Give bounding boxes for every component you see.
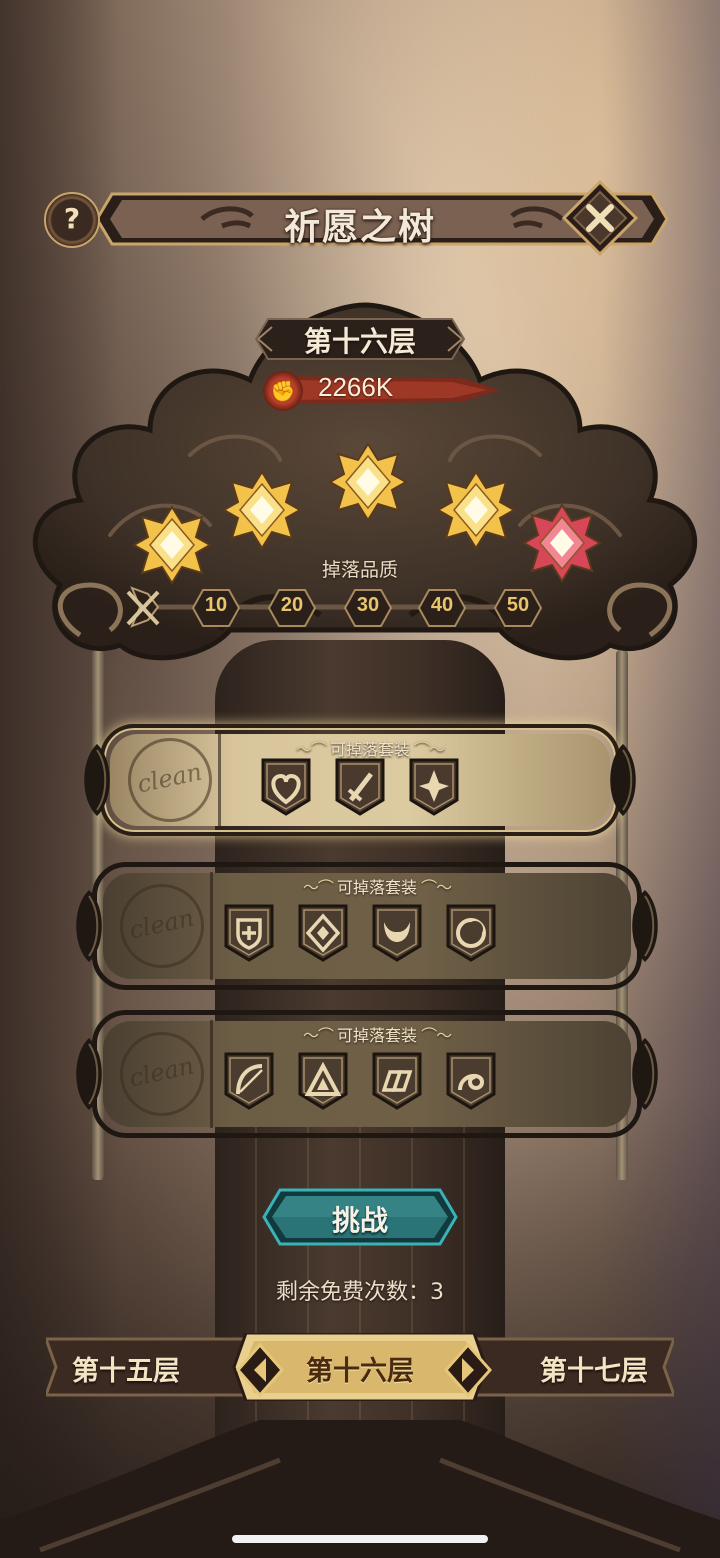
leaf-ornament-icon (610, 744, 636, 816)
triangle-icon[interactable] (296, 1050, 350, 1112)
gold-gem-icon (132, 505, 212, 585)
horns-icon[interactable] (370, 902, 424, 964)
sword-progress-icon (126, 586, 160, 628)
fist-icon: ✊ (263, 371, 303, 411)
set-panel-title-text: 可掉落套装 (336, 878, 417, 897)
swirl-icon[interactable] (444, 1050, 498, 1112)
gold-gem-icon (436, 470, 516, 550)
next-floor-arrow-icon[interactable] (444, 1343, 492, 1397)
prev-floor-button[interactable]: 第十五层 (46, 1349, 206, 1388)
current-floor-label: 第十六层 (306, 1356, 414, 1387)
bow-icon[interactable] (222, 1050, 276, 1112)
next-floor-button[interactable]: 第十七层 (514, 1349, 674, 1388)
set-panel-title: ～⌒ 可掉落套装 ⌒～ (222, 874, 532, 898)
help-icon: ? (63, 202, 81, 235)
leaf-ornament-icon (632, 1038, 658, 1110)
diamond-eye-icon[interactable] (296, 902, 350, 964)
level-node-label: 30 (356, 594, 380, 616)
set-panel-title: ～⌒ 可掉落套装 ⌒～ (222, 1022, 532, 1046)
title-flourish-left: ～⌒ (302, 878, 337, 897)
level-node-label: 40 (430, 594, 454, 616)
title-flourish-right: ⌒～ (417, 1026, 452, 1045)
drop-quality-label: 掉落品质 (321, 559, 398, 581)
stamp-divider (218, 734, 221, 826)
leaf-ornament-icon (76, 890, 102, 962)
challenge-label[interactable]: 挑战 (262, 1199, 458, 1239)
help-button[interactable]: ? (44, 192, 100, 248)
leaf-ornament-icon (632, 890, 658, 962)
prev-floor-arrow-icon[interactable] (236, 1343, 284, 1397)
power-value: 2266K (318, 372, 394, 402)
close-button[interactable] (562, 180, 638, 256)
free-attempts-text: 剩余免费次数：3 (276, 1280, 444, 1305)
title-flourish-right: ⌒～ (417, 878, 452, 897)
leaf-ornament-icon (76, 1038, 102, 1110)
stamp-divider (210, 1020, 213, 1128)
level-node-label: 10 (204, 594, 228, 616)
crescent-icon[interactable] (444, 902, 498, 964)
sword-icon[interactable] (333, 756, 387, 818)
chain-link-icon[interactable] (370, 1050, 424, 1112)
star-shuriken-icon[interactable] (407, 756, 461, 818)
leaf-ornament-icon (84, 744, 110, 816)
heart-icon[interactable] (259, 756, 313, 818)
floor-title: 第十六层 (303, 325, 416, 358)
gold-gem-icon (328, 442, 408, 522)
red-gem-icon (522, 503, 602, 583)
level-node-label: 20 (280, 594, 304, 616)
gold-gem-icon (222, 470, 302, 550)
shield-plus-icon[interactable] (222, 902, 276, 964)
set-panel-title-text: 可掉落套装 (336, 1026, 417, 1045)
stamp-divider (210, 872, 213, 980)
title-flourish-left: ～⌒ (302, 1026, 337, 1045)
level-progress-track (126, 586, 538, 628)
level-node-label: 50 (506, 594, 530, 616)
home-indicator[interactable] (232, 1535, 488, 1543)
